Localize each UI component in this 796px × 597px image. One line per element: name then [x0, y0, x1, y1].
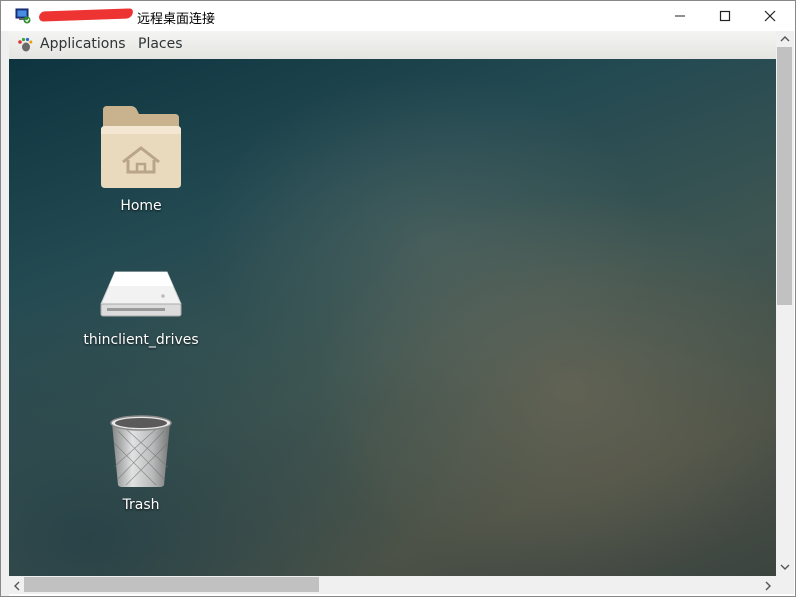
scroll-up-arrow-icon[interactable]	[780, 35, 790, 43]
vertical-scrollbar[interactable]	[776, 31, 794, 576]
scroll-right-arrow-icon[interactable]	[764, 581, 772, 591]
redacted-hostname	[38, 8, 134, 22]
vertical-scroll-thumb[interactable]	[777, 47, 792, 305]
remote-desktop-window: 远程桌面连接 Applications Places Home thinclie…	[0, 0, 796, 597]
desktop-icon-label: Home	[120, 198, 162, 214]
close-icon	[764, 10, 776, 22]
desktop-icon-thinclient-drives[interactable]: thinclient_drives	[81, 264, 201, 348]
minimize-icon	[675, 15, 685, 17]
home-folder-icon	[101, 106, 181, 188]
close-button[interactable]	[747, 1, 793, 31]
desktop-icon-trash[interactable]: Trash	[81, 409, 201, 513]
horizontal-scrollbar[interactable]	[9, 576, 776, 594]
desktop-icon-label: thinclient_drives	[83, 332, 199, 348]
gnome-foot-icon	[18, 37, 33, 52]
scroll-down-arrow-icon[interactable]	[780, 563, 790, 571]
trash-icon	[110, 415, 172, 487]
desktop-icon-home[interactable]: Home	[81, 104, 201, 214]
minimize-button[interactable]	[657, 1, 703, 31]
places-menu[interactable]: Places	[138, 36, 183, 52]
gnome-top-panel: Applications Places	[9, 31, 776, 60]
scroll-left-arrow-icon[interactable]	[13, 581, 21, 591]
maximize-icon	[719, 10, 731, 22]
remote-desktop-area[interactable]: Home thinclient_drives Trash	[9, 59, 776, 576]
horizontal-scroll-thumb[interactable]	[24, 577, 319, 592]
maximize-button[interactable]	[702, 1, 748, 31]
scrollbar-corner	[776, 576, 794, 594]
window-border-left	[1, 31, 9, 596]
desktop-icon-label: Trash	[122, 497, 160, 513]
drive-icon	[100, 271, 182, 317]
title-bar[interactable]: 远程桌面连接	[1, 1, 795, 31]
remote-desktop-icon	[15, 8, 31, 24]
window-title: 远程桌面连接	[137, 12, 216, 27]
applications-menu[interactable]: Applications	[40, 36, 126, 52]
